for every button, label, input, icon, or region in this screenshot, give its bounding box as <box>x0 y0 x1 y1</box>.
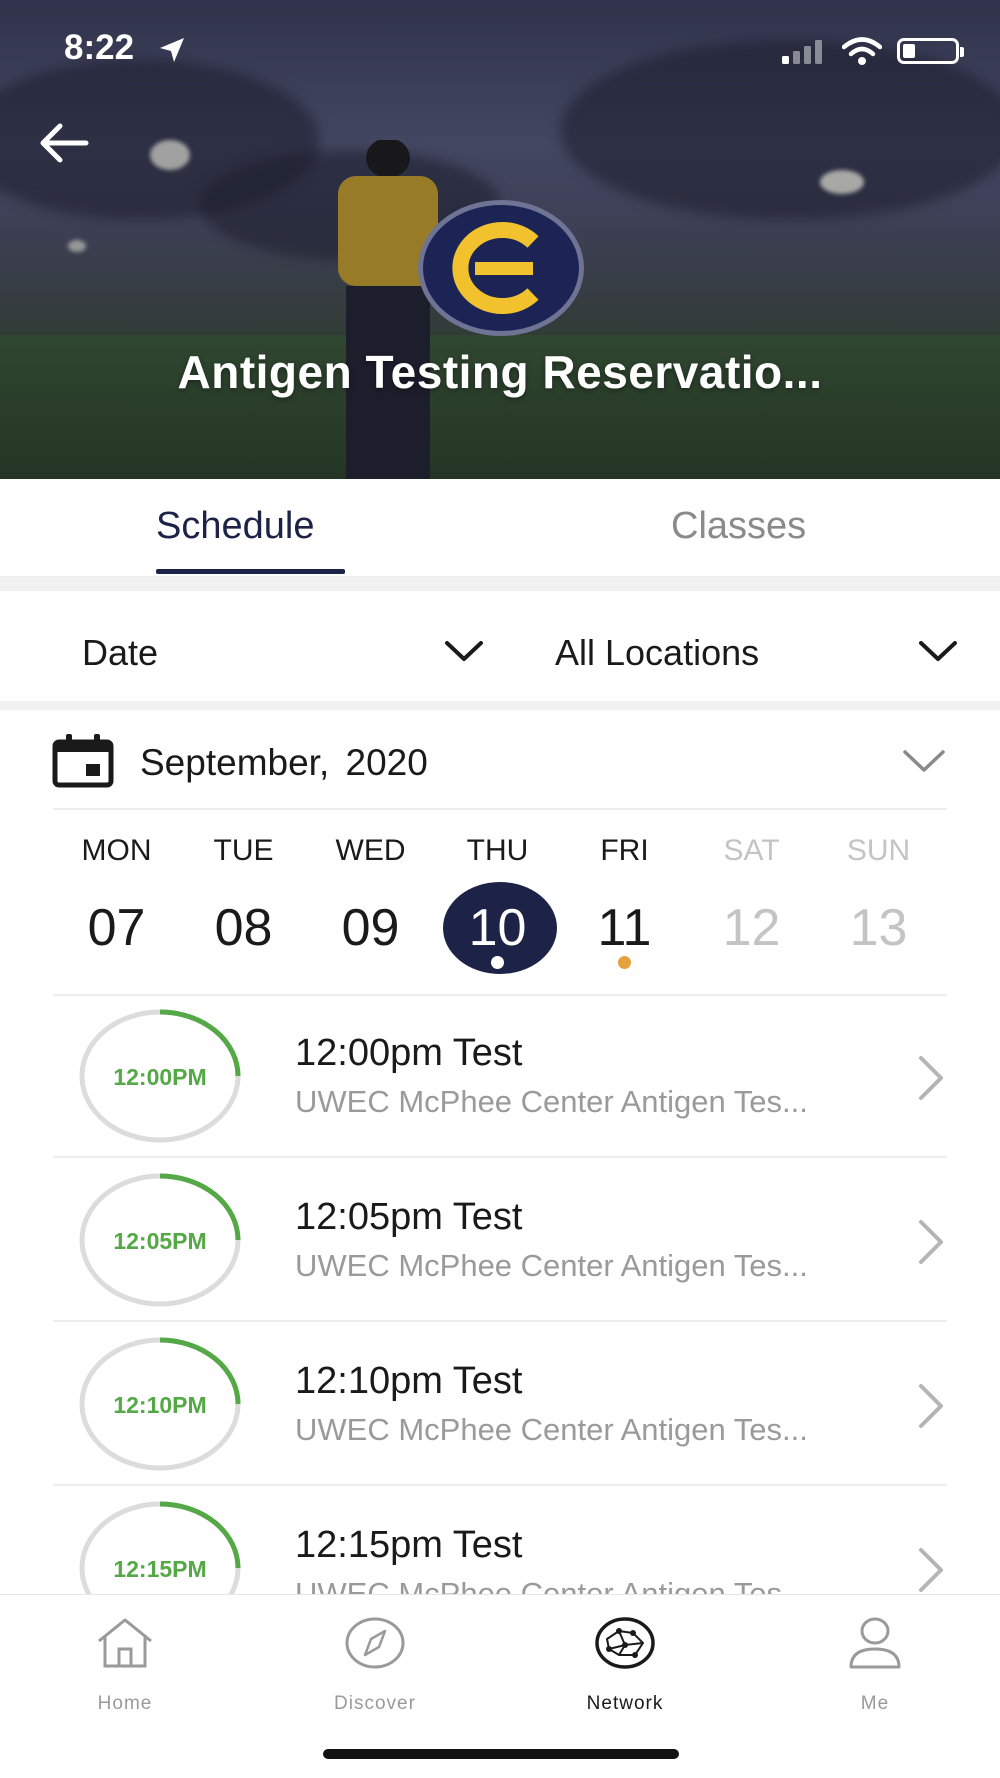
session-title: 12:00pm Test <box>295 1032 523 1074</box>
session-time-label: 12:15PM <box>113 1556 207 1582</box>
nav-label: Home <box>97 1693 153 1714</box>
date-filter-dropdown[interactable]: Date <box>0 591 500 708</box>
chevron-down-icon <box>445 641 483 661</box>
session-row[interactable]: 12:00PM 12:00pm Test UWEC McPhee Center … <box>0 994 1000 1158</box>
day-number: 07 <box>87 899 146 957</box>
day-of-week-label: MON <box>81 834 152 867</box>
day-of-week-label: SUN <box>846 834 911 867</box>
home-indicator[interactable] <box>323 1749 679 1759</box>
session-location: UWEC McPhee Center Antigen Tes... <box>295 1248 808 1283</box>
nav-label: Discover <box>334 1693 416 1714</box>
day-number: 13 <box>849 899 908 957</box>
event-indicator-dot <box>618 956 631 969</box>
day-number: 12 <box>722 899 781 957</box>
person-icon <box>849 1617 901 1669</box>
chevron-down-icon <box>919 641 957 661</box>
back-arrow-icon[interactable] <box>36 118 96 168</box>
session-row[interactable]: 12:05PM 12:05pm Test UWEC McPhee Center … <box>0 1158 1000 1322</box>
day-thu[interactable]: THU 10 <box>434 830 561 980</box>
day-sun: SUN 13 <box>815 830 942 980</box>
calendar-icon <box>52 734 114 788</box>
nav-network[interactable]: Network <box>545 1615 705 1715</box>
day-of-week-label: THU <box>466 834 529 867</box>
tab-classes[interactable]: Classes <box>671 505 806 548</box>
session-list: 12:00PM 12:00pm Test UWEC McPhee Center … <box>0 994 1000 1594</box>
session-location: UWEC McPhee Center Antigen Tes... <box>295 1084 808 1119</box>
chevron-right-icon <box>919 1548 943 1592</box>
blugolds-logo-icon <box>452 222 539 314</box>
session-row[interactable]: 12:15PM 12:15pm Test UWEC McPhee Center … <box>0 1486 1000 1594</box>
day-number: 11 <box>597 899 652 957</box>
battery-nub <box>960 47 964 57</box>
bottom-tab-bar: Home Discover Network Me <box>0 1594 1000 1778</box>
page-title: Antigen Testing Reservatio... <box>177 346 823 398</box>
compass-icon <box>345 1617 405 1669</box>
session-location: UWEC McPhee Center Antigen Tes... <box>295 1576 808 1594</box>
day-of-week-label: FRI <box>600 834 649 867</box>
nav-label: Me <box>860 1693 890 1714</box>
session-time-label: 12:05PM <box>113 1228 207 1254</box>
chevron-right-icon <box>919 1220 943 1264</box>
nav-discover[interactable]: Discover <box>295 1615 455 1715</box>
day-number: 10 <box>468 899 527 957</box>
day-of-week-label: TUE <box>213 834 274 867</box>
day-number: 09 <box>341 899 400 957</box>
session-row[interactable]: 12:10PM 12:10pm Test UWEC McPhee Center … <box>0 1322 1000 1486</box>
divider <box>53 808 947 810</box>
chevron-right-icon <box>919 1056 943 1100</box>
nav-me[interactable]: Me <box>795 1615 955 1715</box>
event-indicator-dot <box>491 956 504 969</box>
active-tab-indicator <box>156 569 345 574</box>
day-wed[interactable]: WED 09 <box>307 830 434 980</box>
date-filter-label: Date <box>82 632 159 673</box>
home-icon <box>98 1618 152 1668</box>
nav-label: Network <box>586 1693 664 1714</box>
session-time-label: 12:10PM <box>113 1392 207 1418</box>
tab-bar: Schedule Classes <box>0 479 1000 577</box>
hero-banner: 8:22 Antigen Testing Reservatio... <box>0 0 1000 479</box>
tab-schedule[interactable]: Schedule <box>156 505 314 548</box>
location-filter-dropdown[interactable]: All Locations <box>500 591 1000 708</box>
status-time: 8:22 <box>64 28 135 67</box>
organization-logo <box>418 200 584 336</box>
session-title: 12:15pm Test <box>295 1524 523 1566</box>
week-day-picker: MON 07 TUE 08 WED 09 THU 10 FRI 11 SAT 1… <box>53 830 947 980</box>
month-header: September, 2020 <box>0 710 1000 810</box>
day-number: 08 <box>214 899 273 957</box>
battery-level <box>903 44 915 58</box>
day-of-week-label: WED <box>335 834 406 867</box>
section-separator <box>0 577 1000 591</box>
battery-icon <box>897 38 964 64</box>
location-arrow-icon <box>160 38 184 62</box>
session-time-label: 12:00PM <box>113 1064 207 1090</box>
day-mon[interactable]: MON 07 <box>53 830 180 980</box>
day-sat: SAT 12 <box>688 830 815 980</box>
chevron-right-icon <box>919 1384 943 1428</box>
day-tue[interactable]: TUE 08 <box>180 830 307 980</box>
filter-bar: Date All Locations <box>0 591 1000 708</box>
session-title: 12:05pm Test <box>295 1196 523 1238</box>
session-title: 12:10pm Test <box>295 1360 523 1402</box>
wifi-icon <box>842 37 882 65</box>
session-location: UWEC McPhee Center Antigen Tes... <box>295 1412 808 1447</box>
day-of-week-label: SAT <box>723 834 780 867</box>
month-label: September, 2020 <box>140 742 428 783</box>
section-separator <box>0 701 1000 710</box>
network-icon <box>595 1617 655 1669</box>
status-bar: 8:22 <box>0 0 1000 100</box>
chevron-down-icon[interactable] <box>902 748 946 774</box>
cellular-signal-icon <box>782 40 822 64</box>
day-fri[interactable]: FRI 11 <box>561 830 688 980</box>
location-filter-label: All Locations <box>555 632 760 673</box>
nav-home[interactable]: Home <box>45 1615 205 1715</box>
